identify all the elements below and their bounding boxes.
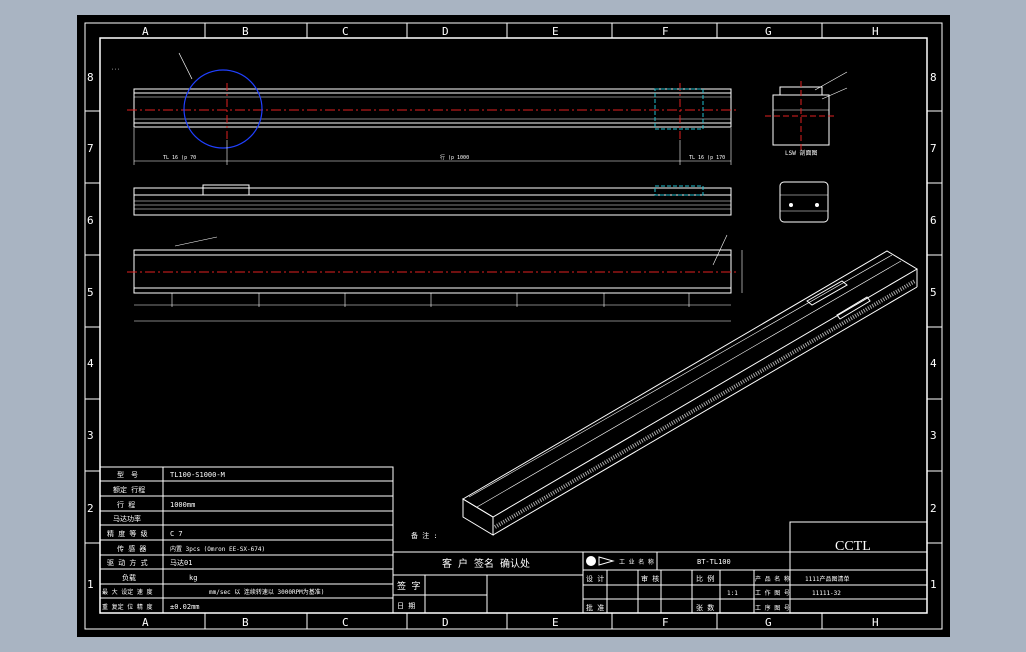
projection-symbol: [586, 556, 596, 566]
zone-col-bottom: A: [142, 616, 149, 629]
drawing-no-label: 工 作 图 号: [755, 589, 790, 597]
zone-row-right: 8: [930, 71, 937, 84]
param-label: 驱 动 方 式: [107, 558, 148, 567]
param-label: 行 程: [117, 500, 135, 509]
top-view: ··· TL 16 (p 70 行 (p 1000 TL 16 (p 170: [111, 52, 737, 165]
zone-row-left: 3: [87, 429, 94, 442]
approval-sign: 签 字: [397, 580, 420, 592]
zone-row-left: 5: [87, 286, 94, 299]
param-value: kg: [189, 574, 197, 582]
zone-col-top: C: [342, 25, 349, 38]
zone-col-top: F: [662, 25, 669, 38]
end-view-upper: LSW 剖面图: [765, 71, 848, 157]
param-value: 1000mm: [170, 501, 195, 509]
zone-markers: [85, 23, 942, 629]
projection-cone-icon: [598, 556, 615, 566]
zone-col-top: A: [142, 25, 149, 38]
zone-col-bottom: G: [765, 616, 772, 629]
top-mid-dim: 行 (p 1000: [440, 154, 469, 161]
title-block: [582, 521, 928, 614]
zone-row-right: 2: [930, 502, 937, 515]
approval-date: 日 期: [397, 602, 415, 610]
scale-label: 比 例: [696, 574, 714, 583]
company-name: CCTL: [835, 539, 871, 554]
callout-label: ···: [111, 67, 120, 73]
zone-col-bottom: D: [442, 616, 449, 629]
product-name-value: 1111产品图清单: [805, 575, 849, 583]
zone-row-right: 4: [930, 357, 937, 370]
param-label: 最 大 设定 速 度: [102, 588, 152, 596]
param-label: 型 号: [117, 470, 138, 479]
param-value: ±0.02mm: [170, 603, 200, 611]
top-left-dim: TL 16 (p 70: [163, 155, 196, 161]
outer-frame: [84, 22, 943, 630]
zone-row-right: 1: [930, 578, 937, 591]
note-label: 备 注 :: [411, 531, 438, 540]
param-label: 传 感 器: [117, 544, 146, 553]
param-label: 负载: [122, 573, 136, 582]
sheet-label: 张 数: [696, 603, 714, 612]
side-view: [133, 184, 732, 216]
zone-row-left: 4: [87, 357, 94, 370]
scale-value: 1:1: [727, 590, 738, 597]
zone-row-left: 8: [87, 71, 94, 84]
checker-label: 审 核: [641, 574, 659, 583]
top-right-dim: TL 16 (p 170: [689, 155, 725, 161]
zone-col-top: G: [765, 25, 772, 38]
cad-drawing: A B C D E F G H A B C D E F G H 8 7 6 5 …: [84, 22, 943, 630]
detail-circle: [183, 69, 263, 149]
param-value: C 7: [170, 530, 183, 538]
inner-frame: [99, 37, 928, 614]
isometric-view: [462, 250, 918, 536]
zone-letters: A B C D E F G H A B C D E F G H 8 7 6 5 …: [87, 25, 937, 629]
zone-row-left: 2: [87, 502, 94, 515]
zone-col-bottom: B: [242, 616, 249, 629]
drawing-no-value: 11111-32: [812, 590, 841, 597]
zone-col-bottom: E: [552, 616, 559, 629]
param-label: 精 度 等 级: [107, 529, 148, 538]
logo-label: 工 业 名 称: [619, 558, 654, 566]
zone-row-left: 1: [87, 578, 94, 591]
zone-col-top: E: [552, 25, 559, 38]
zone-row-right: 6: [930, 214, 937, 227]
approval-title: 客 户 签名 确认处: [442, 557, 530, 570]
param-label: 重 复定 位 精 度: [102, 603, 152, 611]
approver-label: 批 准: [586, 603, 604, 612]
end-view-lower: [779, 181, 829, 223]
param-value: 内置 3pcs (Omron EE-SX-674): [170, 545, 265, 553]
param-value: TL100-S1000-M: [170, 471, 225, 479]
zone-row-right: 3: [930, 429, 937, 442]
zone-row-right: 5: [930, 286, 937, 299]
drawing-sheet: A B C D E F G H A B C D E F G H 8 7 6 5 …: [77, 15, 950, 637]
product-name-label: 产 品 名 称: [755, 575, 790, 583]
zone-row-right: 7: [930, 142, 937, 155]
part-label: 工 序 图 号: [755, 604, 790, 612]
param-value: 马达01: [170, 558, 192, 567]
zone-col-bottom: C: [342, 616, 349, 629]
designer-label: 设 计: [586, 574, 604, 583]
param-value: mm/sec 以 连续转速以 3000RPM为基准): [209, 588, 324, 596]
zone-col-top: H: [872, 25, 879, 38]
param-label: 马达功率: [113, 514, 141, 523]
param-label: 额定 行程: [113, 485, 145, 494]
zone-col-bottom: F: [662, 616, 669, 629]
zone-col-bottom: H: [872, 616, 879, 629]
zone-row-left: 7: [87, 142, 94, 155]
zone-row-left: 6: [87, 214, 94, 227]
bottom-view: [127, 234, 743, 322]
drawing-title: BT-TL100: [697, 558, 731, 566]
end-view-label: LSW 剖面图: [785, 149, 817, 157]
zone-col-top: D: [442, 25, 449, 38]
zone-col-top: B: [242, 25, 249, 38]
